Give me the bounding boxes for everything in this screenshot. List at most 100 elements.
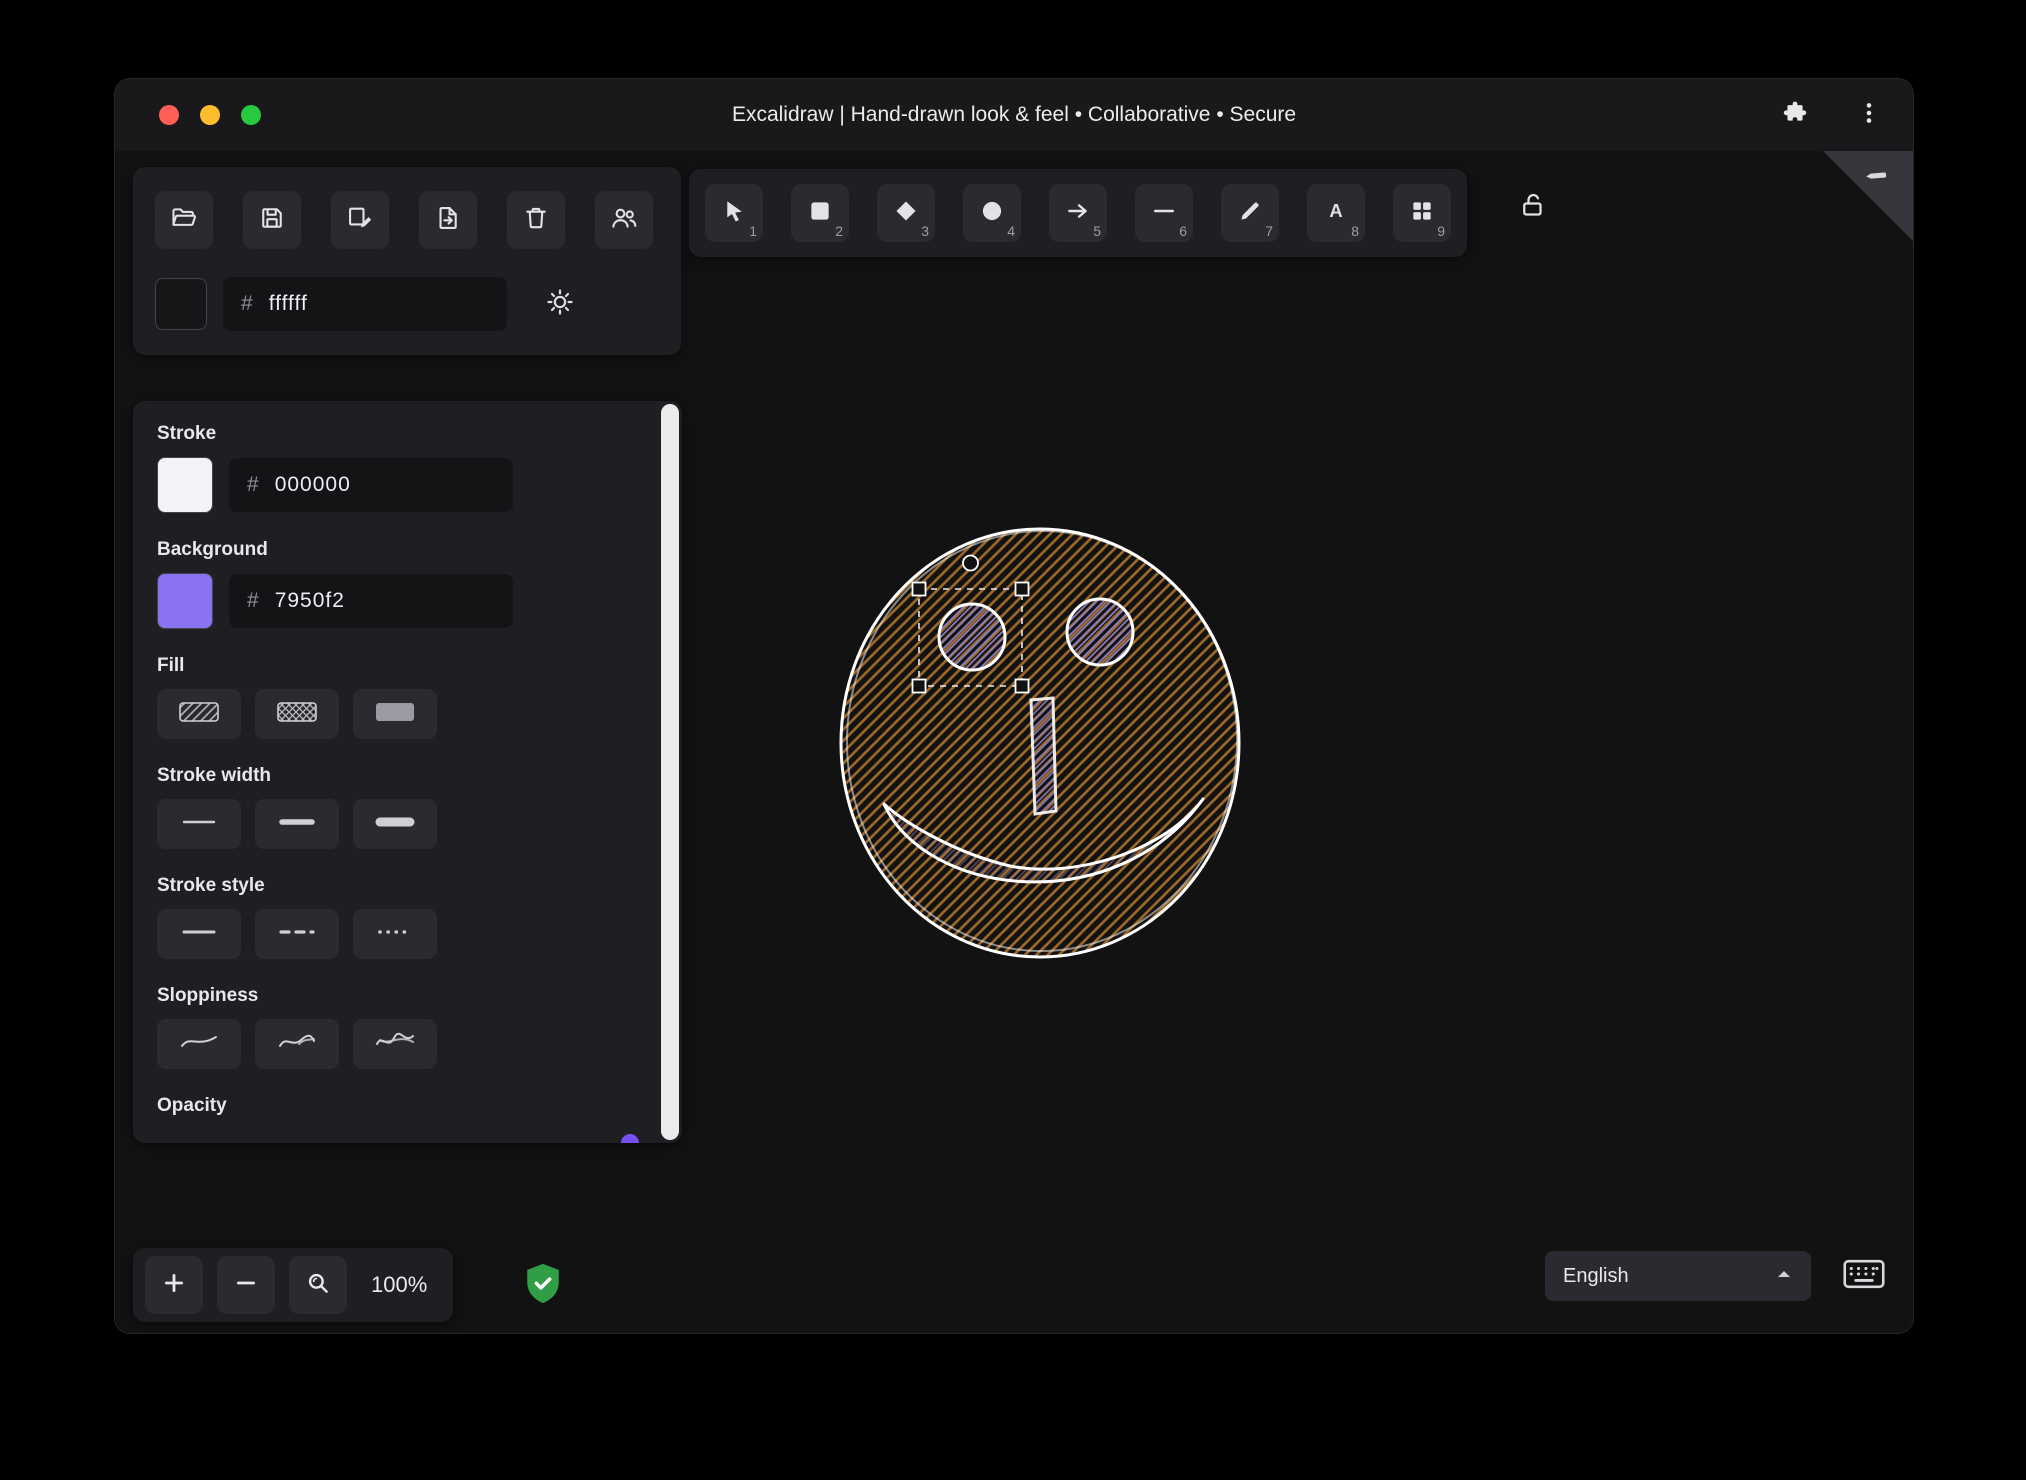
extensions-button[interactable]: [1777, 97, 1813, 133]
fill-solid-button[interactable]: [353, 689, 437, 739]
file-export-icon: [434, 204, 462, 237]
stroke-label: Stroke: [157, 423, 217, 444]
save-button[interactable]: [243, 191, 301, 249]
selection-handle-nw[interactable]: [911, 581, 927, 597]
language-select[interactable]: English: [1545, 1251, 1811, 1301]
properties-scrollbar[interactable]: [661, 404, 679, 1140]
stroke-hex-input[interactable]: # 000000: [229, 458, 513, 512]
window-title: Excalidraw | Hand-drawn look & feel • Co…: [731, 103, 1297, 126]
dashed-line-icon: [275, 918, 319, 951]
sloppiness-architect-button[interactable]: [157, 1019, 241, 1069]
zoom-out-button[interactable]: [217, 1256, 275, 1314]
sloppiness-artist-button[interactable]: [255, 1019, 339, 1069]
collaboration-button[interactable]: [595, 191, 653, 249]
right-eye-ellipse[interactable]: [1065, 597, 1135, 667]
tool-shapes-library[interactable]: 9: [1393, 184, 1451, 242]
zoom-value[interactable]: 100%: [371, 1272, 427, 1298]
shapes-grid-icon: [1409, 198, 1435, 229]
canvas-background-hex-value: ffffff: [268, 292, 308, 315]
save-floppy-icon: [258, 204, 286, 237]
hash-symbol: #: [241, 292, 253, 315]
tool-shortcut: 4: [1007, 223, 1015, 239]
stroke-style-solid-button[interactable]: [157, 909, 241, 959]
background-color-swatch[interactable]: [157, 573, 213, 629]
reset-zoom-button[interactable]: [289, 1256, 347, 1314]
zoom-in-button[interactable]: [145, 1256, 203, 1314]
background-label: Background: [157, 539, 268, 560]
canvas-background-hex-input[interactable]: # ffffff: [223, 277, 507, 331]
dotted-line-icon: [373, 918, 417, 951]
stroke-style-dotted-button[interactable]: [353, 909, 437, 959]
minimize-window-button[interactable]: [200, 105, 220, 125]
fill-hachure-button[interactable]: [157, 689, 241, 739]
tool-diamond[interactable]: 3: [877, 184, 935, 242]
extrabold-line-icon: [373, 808, 417, 841]
left-eye-ellipse[interactable]: [937, 602, 1007, 672]
selection-handle-se[interactable]: [1014, 678, 1030, 694]
traffic-lights: [159, 105, 261, 125]
tool-rectangle[interactable]: 2: [791, 184, 849, 242]
export-button[interactable]: [419, 191, 477, 249]
nose-rectangle[interactable]: [1029, 696, 1058, 816]
stroke-style-dashed-button[interactable]: [255, 909, 339, 959]
rotation-handle[interactable]: [962, 554, 979, 572]
architect-stroke-icon: [177, 1028, 221, 1061]
save-as-pen-icon: [346, 204, 374, 237]
sloppiness-cartoonist-button[interactable]: [353, 1019, 437, 1069]
keyboard-shortcuts-button[interactable]: [1840, 1257, 1888, 1295]
title-bar: Excalidraw | Hand-drawn look & feel • Co…: [115, 79, 1913, 152]
stroke-width-bold-button[interactable]: [255, 799, 339, 849]
background-color-row: # 7950f2: [157, 573, 658, 629]
save-as-button[interactable]: [331, 191, 389, 249]
selection-cursor-icon: [721, 198, 747, 229]
close-window-button[interactable]: [159, 105, 179, 125]
open-button[interactable]: [155, 191, 213, 249]
zoom-window-button[interactable]: [241, 105, 261, 125]
collaborators-icon: [610, 204, 638, 237]
stroke-width-thin-button[interactable]: [157, 799, 241, 849]
menu-button[interactable]: [1851, 97, 1887, 133]
hachure-icon: [177, 698, 221, 731]
line-icon: [1151, 198, 1177, 229]
tool-arrow[interactable]: 5: [1049, 184, 1107, 242]
fill-crosshatch-button[interactable]: [255, 689, 339, 739]
tool-text[interactable]: A 8: [1307, 184, 1365, 242]
tool-shortcut: 8: [1351, 223, 1359, 239]
clear-canvas-button[interactable]: [507, 191, 565, 249]
canvas-background-swatch[interactable]: [155, 278, 207, 330]
selection-handle-sw[interactable]: [911, 678, 927, 694]
solid-fill-icon: [373, 698, 417, 731]
tool-line[interactable]: 6: [1135, 184, 1193, 242]
sun-icon: [545, 288, 575, 321]
tool-shortcut: 9: [1437, 223, 1445, 239]
theme-toggle-button[interactable]: [545, 287, 575, 322]
selection-handle-ne[interactable]: [1014, 581, 1030, 597]
background-hex-input[interactable]: # 7950f2: [229, 574, 513, 628]
hash-symbol: #: [247, 473, 259, 496]
stroke-color-swatch[interactable]: [157, 457, 213, 513]
language-selected-value: English: [1563, 1264, 1629, 1287]
properties-panel: Stroke # 000000 Background # 7950f2 Fill: [133, 401, 682, 1143]
stroke-width-extrabold-button[interactable]: [353, 799, 437, 849]
svg-text:A: A: [1329, 199, 1342, 220]
stroke-width-options: [157, 799, 658, 849]
cartoonist-stroke-icon: [373, 1028, 417, 1061]
rectangle-icon: [807, 198, 833, 229]
keep-tool-active-lock-button[interactable]: [1507, 181, 1559, 233]
tool-draw[interactable]: 7: [1221, 184, 1279, 242]
opacity-slider-thumb[interactable]: [621, 1134, 639, 1143]
trash-icon: [522, 204, 550, 237]
select-caret-icon: [1775, 1267, 1793, 1285]
tool-selection[interactable]: 1: [705, 184, 763, 242]
tool-shortcut: 5: [1093, 223, 1101, 239]
artist-stroke-icon: [275, 1028, 319, 1061]
corner-ribbon[interactable]: [1823, 151, 1913, 241]
zoom-controls: 100%: [133, 1248, 454, 1322]
puzzle-icon: [1781, 99, 1809, 132]
stroke-color-row: # 000000: [157, 457, 658, 513]
fill-options: [157, 689, 658, 739]
smiley-drawing[interactable]: [839, 524, 1244, 959]
tool-ellipse[interactable]: 4: [963, 184, 1021, 242]
titlebar-actions: [1777, 97, 1887, 133]
encryption-shield-icon[interactable]: [522, 1261, 564, 1307]
